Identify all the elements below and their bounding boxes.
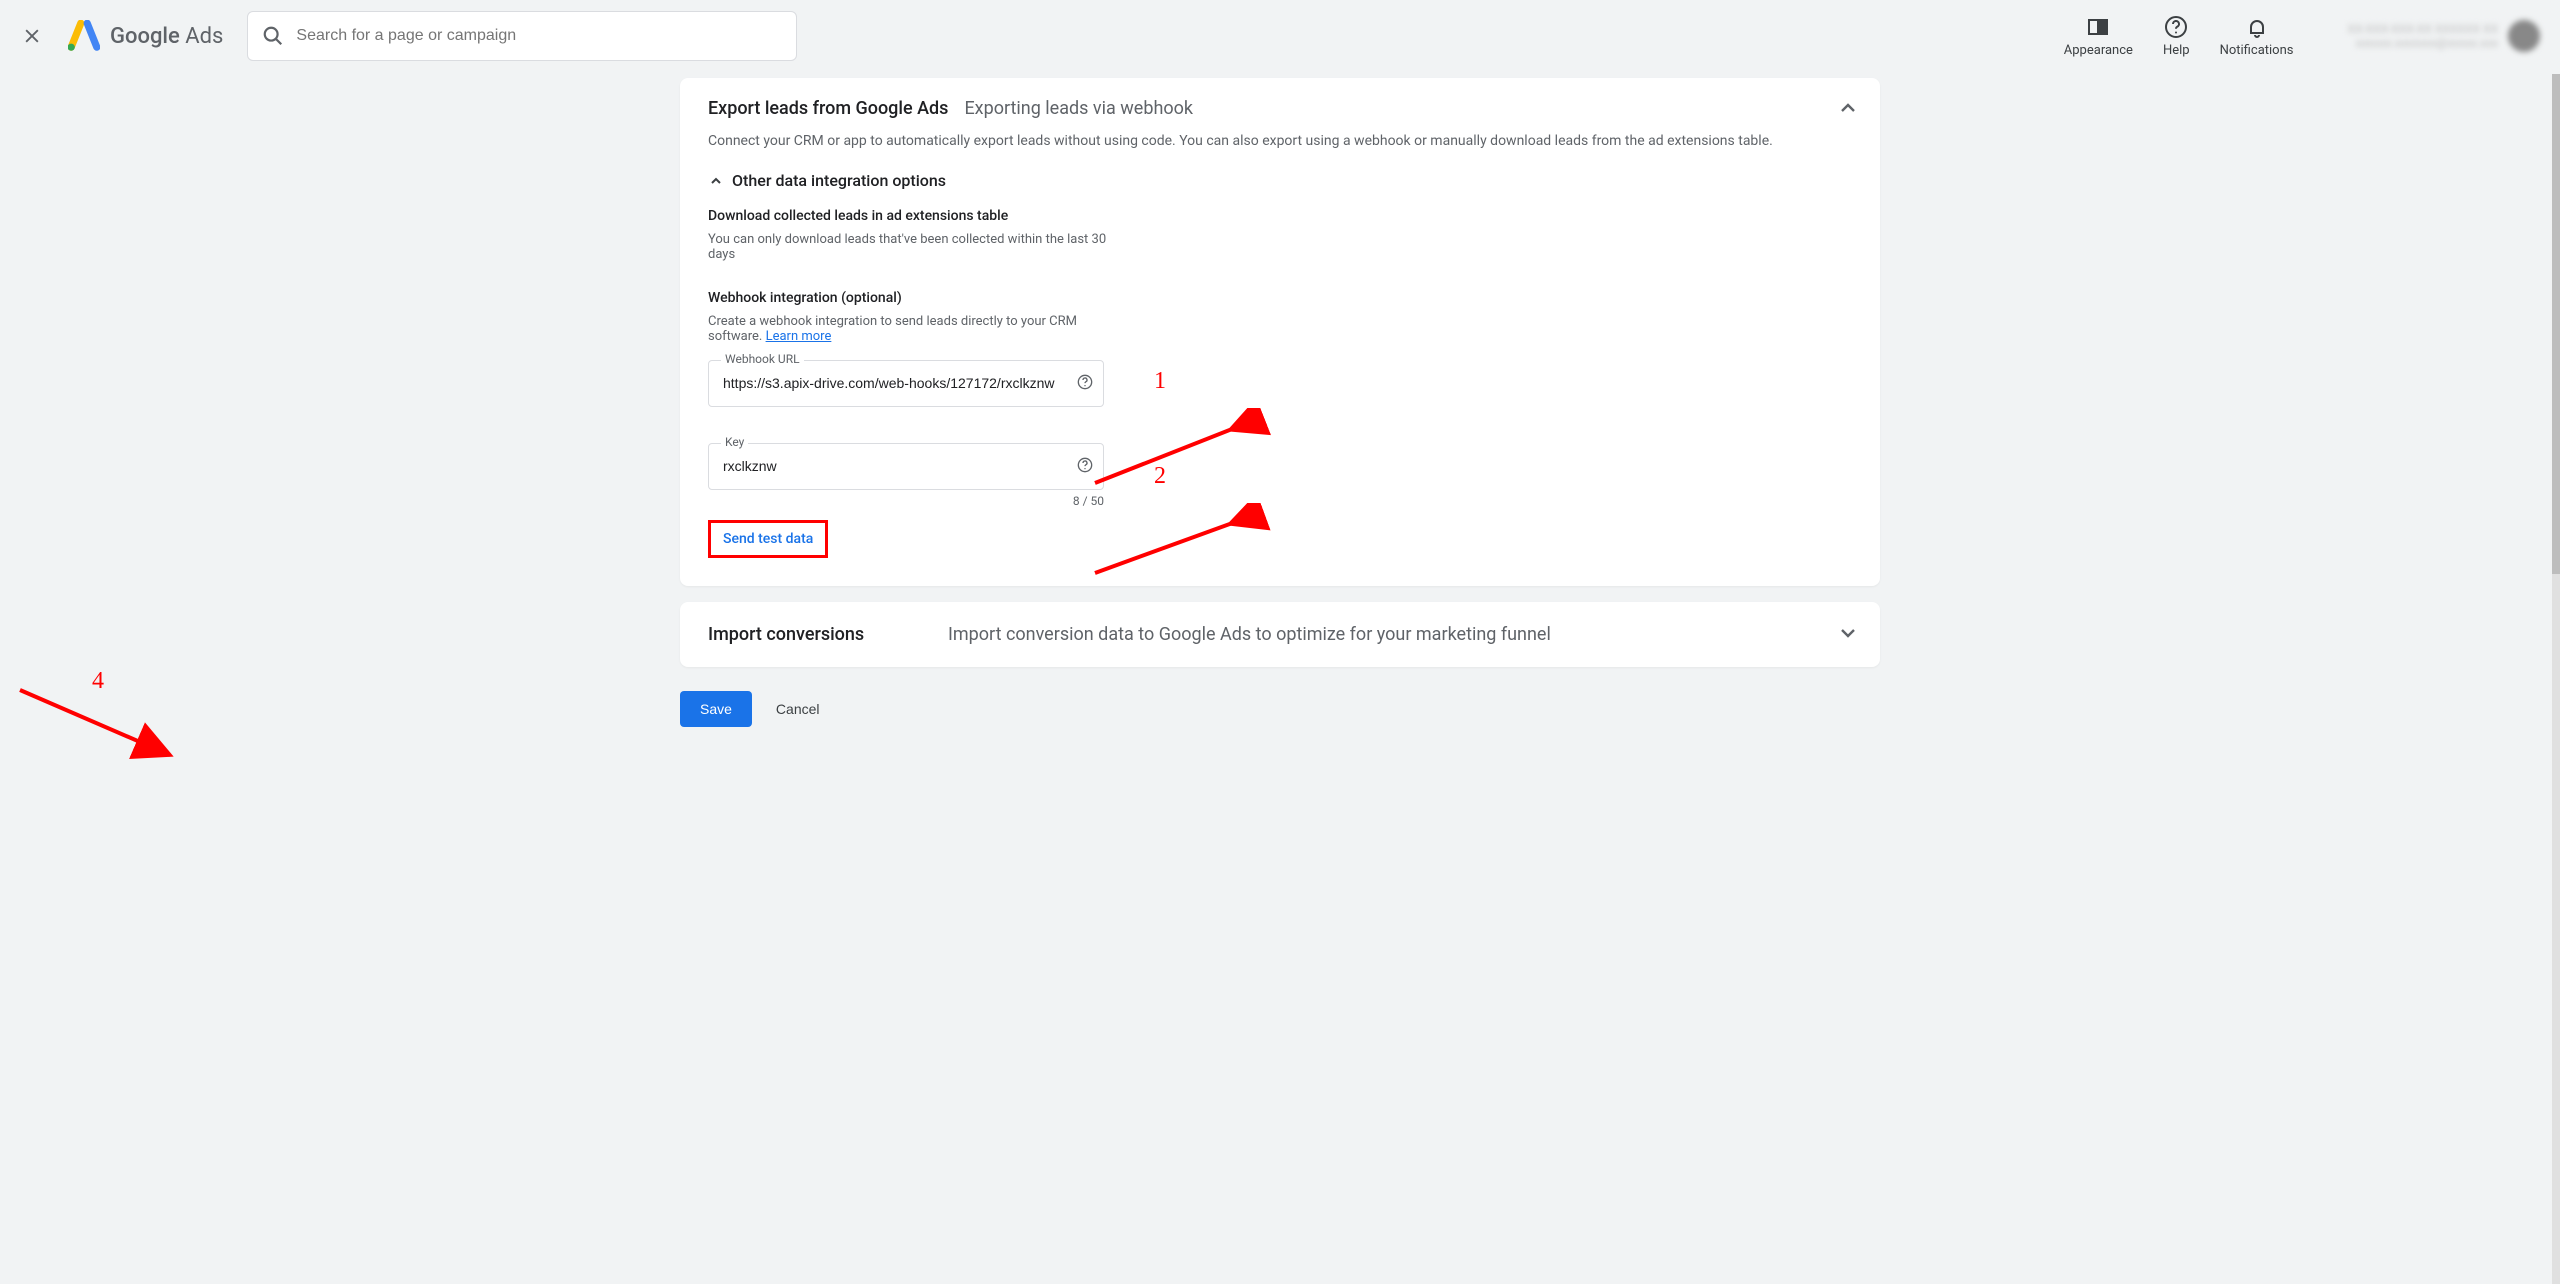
annotation-arrow-4 (15, 680, 195, 770)
import-description: Import conversion data to Google Ads to … (948, 624, 1551, 645)
card-description: Connect your CRM or app to automatically… (708, 133, 1852, 149)
webhook-title: Webhook integration (optional) (708, 290, 1852, 306)
key-help[interactable] (1077, 457, 1093, 477)
save-button[interactable]: Save (680, 691, 752, 727)
webhook-description: Create a webhook integration to send lea… (708, 314, 1108, 344)
appearance-icon (2086, 15, 2110, 39)
send-test-data-button[interactable]: Send test data (715, 525, 821, 553)
top-actions: Appearance Help Notifications XX-XXX-XXX… (2064, 15, 2540, 58)
annotation-2: 2 (1154, 463, 1166, 490)
key-field[interactable]: Key (708, 443, 1104, 490)
card-subtitle: Exporting leads via webhook (964, 98, 1193, 119)
annotation-1: 1 (1154, 368, 1166, 395)
webhook-url-label: Webhook URL (721, 352, 804, 366)
search-icon (262, 25, 284, 47)
help-icon (2164, 15, 2188, 39)
expand-import-button[interactable] (1836, 621, 1860, 649)
appearance-button[interactable]: Appearance (2064, 15, 2133, 58)
chevron-up-icon (1836, 96, 1860, 120)
cancel-button[interactable]: Cancel (772, 691, 824, 727)
search-input[interactable] (296, 27, 782, 45)
notifications-label: Notifications (2220, 43, 2294, 58)
import-title: Import conversions (708, 624, 948, 645)
other-options-toggle[interactable]: Other data integration options (708, 171, 1852, 190)
account-info[interactable]: XX-XXX-XXX-XX XXXXXX XX xxxxxx.xxxxxxx@x… (2347, 20, 2540, 52)
learn-more-link[interactable]: Learn more (766, 329, 832, 344)
chevron-down-icon (1836, 621, 1860, 645)
close-icon (22, 26, 42, 46)
collapse-card-button[interactable] (1836, 96, 1860, 124)
download-title: Download collected leads in ad extension… (708, 208, 1852, 224)
searchbar[interactable] (247, 11, 797, 61)
help-button[interactable]: Help (2163, 15, 2190, 58)
notifications-button[interactable]: Notifications (2220, 15, 2294, 58)
bell-icon (2245, 15, 2269, 39)
footer-actions: Save Cancel (680, 683, 1880, 727)
help-icon (1077, 374, 1093, 390)
webhook-url-help[interactable] (1077, 374, 1093, 394)
import-conversions-card[interactable]: Import conversions Import conversion dat… (680, 602, 1880, 667)
download-description: You can only download leads that've been… (708, 232, 1108, 262)
annotation-4: 4 (92, 668, 104, 695)
scrollbar[interactable] (2552, 74, 2560, 1284)
scrollbar-thumb[interactable] (2552, 74, 2560, 574)
appearance-label: Appearance (2064, 43, 2133, 58)
product-name: Google Ads (110, 24, 223, 49)
webhook-url-field[interactable]: Webhook URL (708, 360, 1104, 407)
google-ads-icon (68, 20, 100, 52)
account-text: XX-XXX-XXX-XX XXXXXX XX xxxxxx.xxxxxxx@x… (2347, 22, 2498, 50)
key-char-count: 8 / 50 (708, 494, 1104, 508)
logo: Google Ads (68, 20, 223, 52)
key-label: Key (721, 435, 748, 449)
key-input[interactable] (723, 458, 1063, 474)
avatar[interactable] (2508, 20, 2540, 52)
annotation-arrow-2 (1080, 503, 1300, 593)
annotation-box-3: Send test data (708, 520, 828, 558)
close-button[interactable] (20, 24, 44, 48)
chevron-up-icon (708, 173, 724, 189)
card-title: Export leads from Google Ads (708, 98, 948, 119)
export-leads-card: Export leads from Google Ads Exporting l… (680, 78, 1880, 586)
topbar: Google Ads Appearance Help Notifications… (0, 0, 2560, 72)
other-options-label: Other data integration options (732, 171, 946, 190)
webhook-url-input[interactable] (723, 375, 1063, 391)
help-label: Help (2163, 43, 2190, 58)
help-icon (1077, 457, 1093, 473)
annotation-arrow-1 (1080, 408, 1300, 498)
